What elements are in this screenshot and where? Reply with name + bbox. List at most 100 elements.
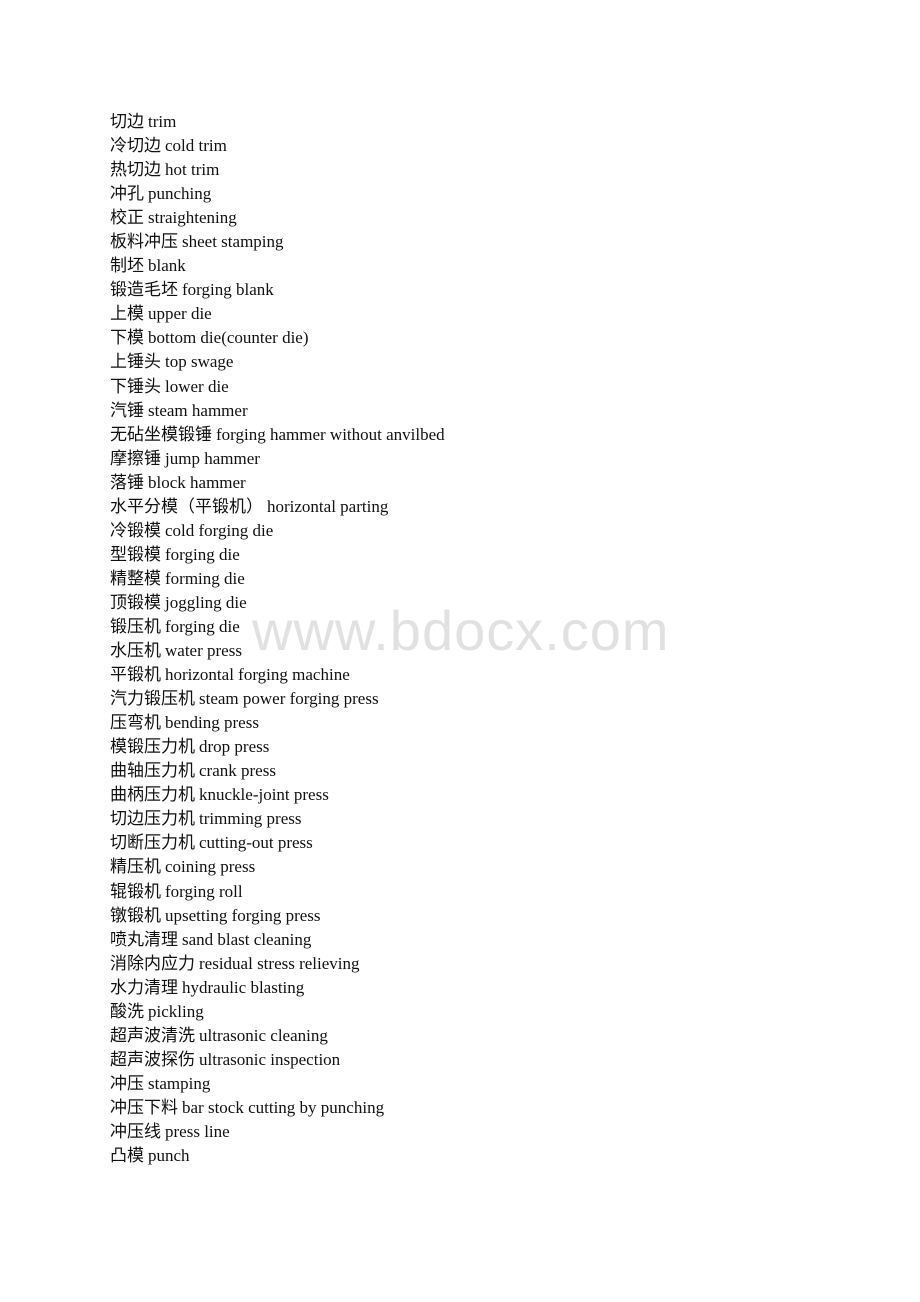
term-english: steam power forging press — [199, 689, 379, 709]
term-english: straightening — [148, 208, 237, 228]
glossary-entry: 冲压 stamping — [110, 1072, 445, 1096]
term-chinese: 汽力锻压机 — [110, 689, 195, 709]
term-english: bending press — [165, 713, 259, 733]
term-english: upsetting forging press — [165, 905, 321, 925]
term-english: hot trim — [165, 160, 220, 180]
term-chinese: 无砧坐模锻锤 — [110, 424, 212, 444]
term-chinese: 冲孔 — [110, 184, 144, 204]
term-english: stamping — [148, 1073, 211, 1093]
term-english: sheet stamping — [182, 232, 284, 252]
term-english: horizontal forging machine — [165, 665, 350, 685]
term-english: jump hammer — [165, 448, 260, 468]
glossary-entry: 落锤 block hammer — [110, 471, 445, 495]
term-english: bottom die(counter die) — [148, 328, 309, 348]
glossary-entry: 锻压机 forging die — [110, 615, 445, 639]
term-chinese: 校正 — [110, 208, 144, 228]
term-chinese: 水压机 — [110, 641, 161, 661]
glossary-entry: 热切边 hot trim — [110, 158, 445, 182]
glossary-entry: 消除内应力 residual stress relieving — [110, 952, 445, 976]
glossary-entry: 冷切边 cold trim — [110, 134, 445, 158]
document-page: 切边 trim 冷切边 cold trim 热切边 hot trim 冲孔 punching 校… — [0, 0, 920, 1302]
term-english: cutting-out press — [199, 833, 313, 853]
term-english: sand blast cleaning — [182, 929, 312, 949]
term-english: block hammer — [148, 472, 246, 492]
term-chinese: 水平分模（平锻机） — [110, 496, 263, 516]
term-chinese: 冷切边 — [110, 136, 161, 156]
glossary-entry: 曲轴压力机 crank press — [110, 759, 445, 783]
term-chinese: 镦锻机 — [110, 905, 161, 925]
term-chinese: 平锻机 — [110, 665, 161, 685]
glossary-entry: 冲孔 punching — [110, 182, 445, 206]
term-english: bar stock cutting by punching — [182, 1097, 385, 1117]
glossary-entry: 板料冲压 sheet stamping — [110, 230, 445, 254]
term-chinese: 上模 — [110, 304, 144, 324]
term-english: residual stress relieving — [199, 953, 360, 973]
glossary-entry: 汽力锻压机 steam power forging press — [110, 687, 445, 711]
term-english: forming die — [165, 568, 245, 588]
glossary-entry: 校正 straightening — [110, 206, 445, 230]
glossary-entry: 摩擦锤 jump hammer — [110, 447, 445, 471]
glossary-entry: 切边 trim — [110, 110, 445, 134]
glossary-entry: 平锻机 horizontal forging machine — [110, 663, 445, 687]
glossary-entry: 水平分模（平锻机） horizontal parting — [110, 495, 445, 519]
term-chinese: 冲压 — [110, 1073, 144, 1093]
term-chinese: 下模 — [110, 328, 144, 348]
glossary-entry: 汽锤 steam hammer — [110, 399, 445, 423]
glossary-entry: 型锻模 forging die — [110, 543, 445, 567]
term-english: trimming press — [199, 809, 302, 829]
term-english: lower die — [165, 376, 229, 396]
glossary-entry: 超声波探伤 ultrasonic inspection — [110, 1048, 445, 1072]
term-chinese: 切边 — [110, 112, 144, 131]
glossary-entry: 下锤头 lower die — [110, 375, 445, 399]
glossary-entry: 镦锻机 upsetting forging press — [110, 904, 445, 928]
term-chinese: 精压机 — [110, 857, 161, 877]
term-english: horizontal parting — [267, 496, 389, 516]
term-english: blank — [148, 256, 186, 276]
glossary-entry: 上模 upper die — [110, 302, 445, 326]
term-chinese: 顶锻模 — [110, 592, 161, 612]
term-english: forging hammer without anvilbed — [216, 424, 445, 444]
glossary-entry: 切边压力机 trimming press — [110, 807, 445, 831]
glossary-entry: 冲压下料 bar stock cutting by punching — [110, 1096, 445, 1120]
term-english: trim — [148, 112, 177, 131]
glossary-entry: 模锻压力机 drop press — [110, 735, 445, 759]
term-chinese: 汽锤 — [110, 400, 144, 420]
term-chinese: 切断压力机 — [110, 833, 195, 853]
term-chinese: 摩擦锤 — [110, 448, 161, 468]
term-english: forging die — [165, 544, 240, 564]
term-english: forging die — [165, 616, 240, 636]
term-english: crank press — [199, 761, 276, 781]
term-chinese: 消除内应力 — [110, 953, 195, 973]
term-english: coining press — [165, 857, 256, 877]
term-english: top swage — [165, 352, 234, 372]
term-chinese: 制坯 — [110, 256, 144, 276]
term-chinese: 凸模 — [110, 1146, 144, 1166]
term-english: punching — [148, 184, 212, 204]
glossary-entry: 超声波清洗 ultrasonic cleaning — [110, 1024, 445, 1048]
term-english: ultrasonic cleaning — [199, 1025, 328, 1045]
term-english: steam hammer — [148, 400, 248, 420]
term-english: pickling — [148, 1001, 204, 1021]
glossary-entry: 制坯 blank — [110, 254, 445, 278]
term-english: forging roll — [165, 881, 243, 901]
glossary-entry: 切断压力机 cutting-out press — [110, 831, 445, 855]
glossary-entry: 上锤头 top swage — [110, 350, 445, 374]
term-chinese: 板料冲压 — [110, 232, 178, 252]
term-english: hydraulic blasting — [182, 977, 305, 997]
term-chinese: 冲压线 — [110, 1121, 161, 1141]
term-chinese: 上锤头 — [110, 352, 161, 372]
glossary-entry: 酸洗 pickling — [110, 1000, 445, 1024]
glossary-entry: 水压机 water press — [110, 639, 445, 663]
glossary-entry: 喷丸清理 sand blast cleaning — [110, 928, 445, 952]
glossary-list: 切边 trim 冷切边 cold trim 热切边 hot trim 冲孔 punching 校… — [110, 110, 445, 1168]
glossary-entry: 凸模 punch — [110, 1144, 445, 1168]
term-chinese: 压弯机 — [110, 713, 161, 733]
term-english: drop press — [199, 737, 270, 757]
term-chinese: 锻压机 — [110, 616, 161, 636]
term-chinese: 水力清理 — [110, 977, 178, 997]
term-chinese: 锻造毛坯 — [110, 280, 178, 300]
term-chinese: 冷锻模 — [110, 520, 161, 540]
glossary-entry: 水力清理 hydraulic blasting — [110, 976, 445, 1000]
term-english: knuckle-joint press — [199, 785, 329, 805]
term-chinese: 酸洗 — [110, 1001, 144, 1021]
